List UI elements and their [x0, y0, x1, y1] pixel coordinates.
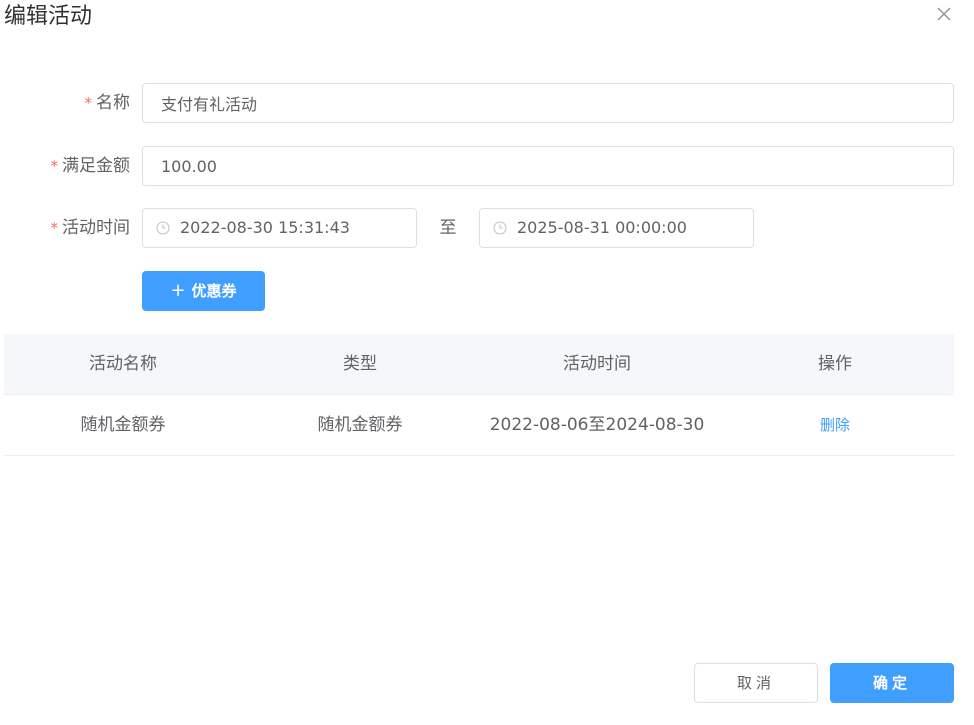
activity-time-label: * 活动时间 [50, 218, 131, 238]
column-header-activity-time: 活动时间 [563, 354, 631, 374]
name-input[interactable] [142, 83, 954, 123]
start-datetime-value: 2022-08-30 15:31:43 [180, 218, 350, 237]
column-header-type: 类型 [343, 354, 377, 374]
range-separator: 至 [439, 218, 457, 238]
edit-activity-dialog: 编辑活动 *名称 *满足金额 *活动时间 2022-08-30 [0, 0, 974, 725]
form-row-name: * 名称 [0, 83, 974, 123]
confirm-button[interactable]: 确定 [830, 663, 954, 703]
clock-icon [156, 221, 170, 235]
table-row: 随机金额券 随机金额券 2022-08-06至2024-08-30 删除 [4, 395, 954, 456]
cell-action: 删除 [716, 395, 954, 455]
delete-link[interactable]: 删除 [820, 416, 850, 434]
add-coupon-button[interactable]: + 优惠券 [142, 271, 265, 311]
form-row-amount: * 满足金额 [0, 146, 974, 186]
required-mark: * [50, 219, 59, 237]
name-label: * 名称 [84, 93, 131, 113]
close-icon[interactable] [934, 4, 954, 24]
add-coupon-label: 优惠券 [191, 282, 237, 300]
cancel-button[interactable]: 取消 [694, 663, 818, 703]
end-datetime-picker[interactable]: 2025-08-31 00:00:00 [479, 208, 754, 248]
plus-icon: + [170, 280, 186, 301]
clock-icon [493, 221, 507, 235]
column-header-activity-name: 活动名称 [89, 354, 157, 374]
required-mark: * [84, 94, 93, 112]
end-datetime-value: 2025-08-31 00:00:00 [517, 218, 687, 237]
cell-activity-time: 2022-08-06至2024-08-30 [489, 415, 705, 435]
coupon-table: 活动名称 类型 活动时间 操作 随机金额券 随机金额券 2022-08-06至2… [4, 334, 954, 456]
cell-type: 随机金额券 [317, 415, 403, 435]
form-row-activity-time: * 活动时间 2022-08-30 15:31:43 至 2025-08-31 0… [0, 208, 974, 248]
cell-activity-name: 随机金额券 [80, 415, 166, 435]
column-header-action: 操作 [818, 354, 852, 374]
amount-input[interactable] [142, 146, 954, 186]
required-mark: * [50, 157, 59, 175]
start-datetime-picker[interactable]: 2022-08-30 15:31:43 [142, 208, 417, 248]
table-header: 活动名称 类型 活动时间 操作 [4, 334, 954, 395]
dialog-title: 编辑活动 [4, 4, 93, 29]
amount-label: * 满足金额 [50, 156, 131, 176]
